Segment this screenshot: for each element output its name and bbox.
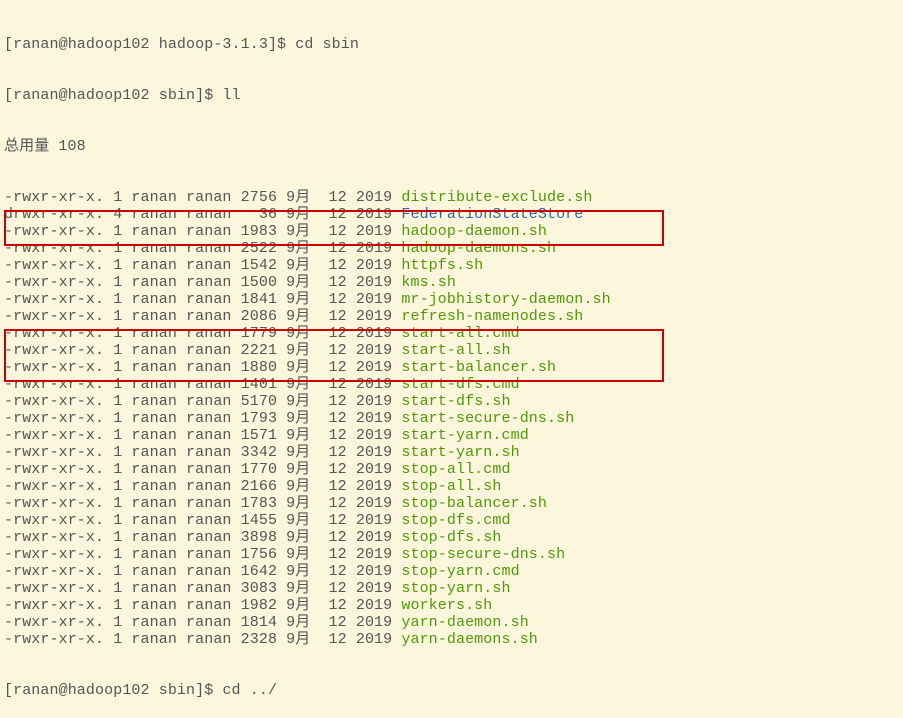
file-name: start-yarn.sh	[401, 444, 519, 461]
file-permissions: -rwxr-xr-x. 1 ranan ranan 1793 9月 12 201…	[4, 410, 401, 427]
prompt-line-previous: [ranan@hadoop102 hadoop-3.1.3]$ cd sbin	[4, 36, 899, 53]
prompt-line-ll: [ranan@hadoop102 sbin]$ ll	[4, 87, 899, 104]
file-name: stop-all.sh	[401, 478, 501, 495]
file-name: start-dfs.cmd	[401, 376, 519, 393]
file-permissions: -rwxr-xr-x. 1 ranan ranan 2328 9月 12 201…	[4, 631, 401, 648]
list-item: -rwxr-xr-x. 1 ranan ranan 1880 9月 12 201…	[4, 359, 899, 376]
list-item: -rwxr-xr-x. 1 ranan ranan 1793 9月 12 201…	[4, 410, 899, 427]
file-name: stop-yarn.cmd	[401, 563, 519, 580]
file-permissions: -rwxr-xr-x. 1 ranan ranan 1770 9月 12 201…	[4, 461, 401, 478]
file-permissions: -rwxr-xr-x. 1 ranan ranan 1455 9月 12 201…	[4, 512, 401, 529]
file-permissions: -rwxr-xr-x. 1 ranan ranan 1982 9月 12 201…	[4, 597, 401, 614]
file-name: start-yarn.cmd	[401, 427, 528, 444]
file-name: yarn-daemons.sh	[401, 631, 538, 648]
list-item: -rwxr-xr-x. 1 ranan ranan 1642 9月 12 201…	[4, 563, 899, 580]
file-permissions: -rwxr-xr-x. 1 ranan ranan 1983 9月 12 201…	[4, 223, 401, 240]
file-permissions: -rwxr-xr-x. 1 ranan ranan 1542 9月 12 201…	[4, 257, 401, 274]
list-item: -rwxr-xr-x. 1 ranan ranan 1401 9月 12 201…	[4, 376, 899, 393]
list-item: -rwxr-xr-x. 1 ranan ranan 1542 9月 12 201…	[4, 257, 899, 274]
file-name: httpfs.sh	[401, 257, 483, 274]
list-item: -rwxr-xr-x. 1 ranan ranan 3342 9月 12 201…	[4, 444, 899, 461]
list-item: -rwxr-xr-x. 1 ranan ranan 1783 9月 12 201…	[4, 495, 899, 512]
file-name: mr-jobhistory-daemon.sh	[401, 291, 610, 308]
file-name: hadoop-daemon.sh	[401, 223, 547, 240]
file-permissions: -rwxr-xr-x. 1 ranan ranan 3083 9月 12 201…	[4, 580, 401, 597]
list-item: -rwxr-xr-x. 1 ranan ranan 1455 9月 12 201…	[4, 512, 899, 529]
file-permissions: -rwxr-xr-x. 1 ranan ranan 1756 9月 12 201…	[4, 546, 401, 563]
list-item: -rwxr-xr-x. 1 ranan ranan 2221 9月 12 201…	[4, 342, 899, 359]
file-permissions: -rwxr-xr-x. 1 ranan ranan 3342 9月 12 201…	[4, 444, 401, 461]
file-permissions: -rwxr-xr-x. 1 ranan ranan 1571 9月 12 201…	[4, 427, 401, 444]
list-item: -rwxr-xr-x. 1 ranan ranan 1841 9月 12 201…	[4, 291, 899, 308]
file-name: yarn-daemon.sh	[401, 614, 528, 631]
file-permissions: -rwxr-xr-x. 1 ranan ranan 2086 9月 12 201…	[4, 308, 401, 325]
file-permissions: -rwxr-xr-x. 1 ranan ranan 2756 9月 12 201…	[4, 189, 401, 206]
list-item: -rwxr-xr-x. 1 ranan ranan 1814 9月 12 201…	[4, 614, 899, 631]
file-name: stop-dfs.sh	[401, 529, 501, 546]
list-item: -rwxr-xr-x. 1 ranan ranan 1756 9月 12 201…	[4, 546, 899, 563]
file-permissions: -rwxr-xr-x. 1 ranan ranan 2221 9月 12 201…	[4, 342, 401, 359]
file-name: distribute-exclude.sh	[401, 189, 592, 206]
file-permissions: -rwxr-xr-x. 1 ranan ranan 1642 9月 12 201…	[4, 563, 401, 580]
file-name: FederationStateStore	[401, 206, 583, 223]
terminal-output: [ranan@hadoop102 hadoop-3.1.3]$ cd sbin …	[0, 0, 903, 718]
file-name: hadoop-daemons.sh	[401, 240, 556, 257]
file-name: start-all.cmd	[401, 325, 519, 342]
list-item: -rwxr-xr-x. 1 ranan ranan 3898 9月 12 201…	[4, 529, 899, 546]
file-permissions: -rwxr-xr-x. 1 ranan ranan 1841 9月 12 201…	[4, 291, 401, 308]
list-item: -rwxr-xr-x. 1 ranan ranan 1500 9月 12 201…	[4, 274, 899, 291]
file-name: stop-secure-dns.sh	[401, 546, 565, 563]
file-name: stop-yarn.sh	[401, 580, 510, 597]
list-item: drwxr-xr-x. 4 ranan ranan 36 9月 12 2019 …	[4, 206, 899, 223]
list-item: -rwxr-xr-x. 1 ranan ranan 2166 9月 12 201…	[4, 478, 899, 495]
list-item: -rwxr-xr-x. 1 ranan ranan 1571 9月 12 201…	[4, 427, 899, 444]
file-name: start-all.sh	[401, 342, 510, 359]
file-permissions: -rwxr-xr-x. 1 ranan ranan 3898 9月 12 201…	[4, 529, 401, 546]
list-item: -rwxr-xr-x. 1 ranan ranan 1982 9月 12 201…	[4, 597, 899, 614]
list-item: -rwxr-xr-x. 1 ranan ranan 2328 9月 12 201…	[4, 631, 899, 648]
file-name: kms.sh	[401, 274, 456, 291]
file-name: stop-balancer.sh	[401, 495, 547, 512]
prompt-line-cd: [ranan@hadoop102 sbin]$ cd ../	[4, 682, 899, 699]
list-item: -rwxr-xr-x. 1 ranan ranan 1983 9月 12 201…	[4, 223, 899, 240]
file-permissions: -rwxr-xr-x. 1 ranan ranan 2166 9月 12 201…	[4, 478, 401, 495]
file-permissions: -rwxr-xr-x. 1 ranan ranan 1779 9月 12 201…	[4, 325, 401, 342]
total-usage-line: 总用量 108	[4, 138, 899, 155]
file-name: start-dfs.sh	[401, 393, 510, 410]
list-item: -rwxr-xr-x. 1 ranan ranan 2086 9月 12 201…	[4, 308, 899, 325]
file-name: refresh-namenodes.sh	[401, 308, 583, 325]
file-permissions: -rwxr-xr-x. 1 ranan ranan 1401 9月 12 201…	[4, 376, 401, 393]
file-name: start-secure-dns.sh	[401, 410, 574, 427]
list-item: -rwxr-xr-x. 1 ranan ranan 1779 9月 12 201…	[4, 325, 899, 342]
file-permissions: -rwxr-xr-x. 1 ranan ranan 1500 9月 12 201…	[4, 274, 401, 291]
file-name: workers.sh	[401, 597, 492, 614]
file-permissions: -rwxr-xr-x. 1 ranan ranan 1814 9月 12 201…	[4, 614, 401, 631]
file-name: stop-dfs.cmd	[401, 512, 510, 529]
file-permissions: -rwxr-xr-x. 1 ranan ranan 5170 9月 12 201…	[4, 393, 401, 410]
list-item: -rwxr-xr-x. 1 ranan ranan 1770 9月 12 201…	[4, 461, 899, 478]
list-item: -rwxr-xr-x. 1 ranan ranan 3083 9月 12 201…	[4, 580, 899, 597]
file-name: start-balancer.sh	[401, 359, 556, 376]
file-permissions: -rwxr-xr-x. 1 ranan ranan 1880 9月 12 201…	[4, 359, 401, 376]
file-name: stop-all.cmd	[401, 461, 510, 478]
file-permissions: -rwxr-xr-x. 1 ranan ranan 2522 9月 12 201…	[4, 240, 401, 257]
list-item: -rwxr-xr-x. 1 ranan ranan 2756 9月 12 201…	[4, 189, 899, 206]
list-item: -rwxr-xr-x. 1 ranan ranan 5170 9月 12 201…	[4, 393, 899, 410]
file-permissions: -rwxr-xr-x. 1 ranan ranan 1783 9月 12 201…	[4, 495, 401, 512]
list-item: -rwxr-xr-x. 1 ranan ranan 2522 9月 12 201…	[4, 240, 899, 257]
file-permissions: drwxr-xr-x. 4 ranan ranan 36 9月 12 2019	[4, 206, 401, 223]
